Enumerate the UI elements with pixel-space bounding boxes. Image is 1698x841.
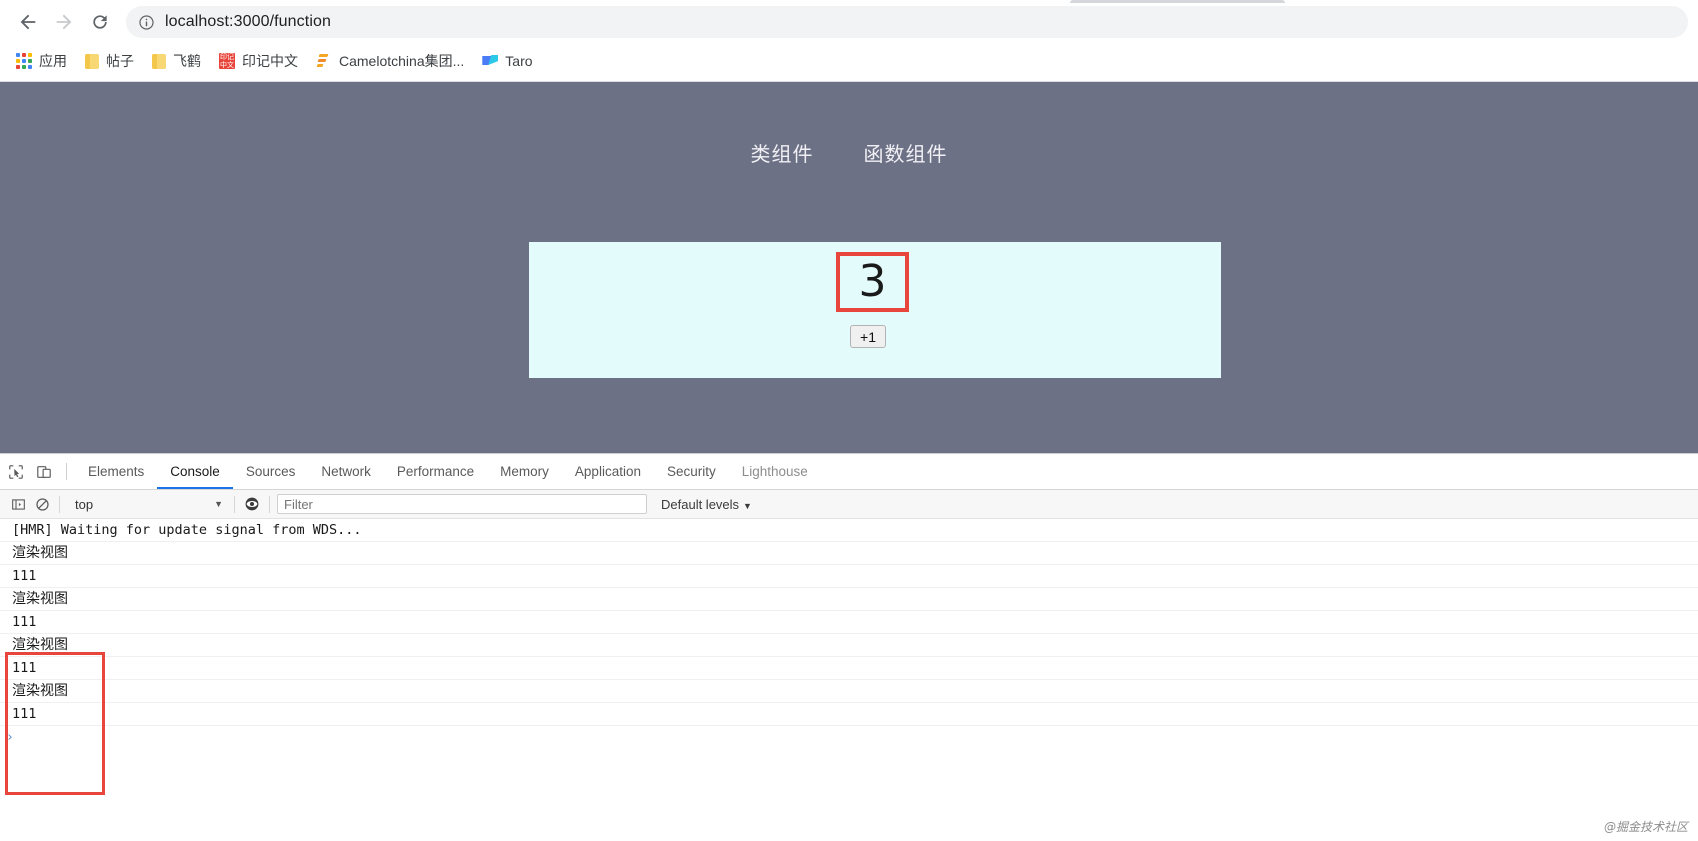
filterbar-divider <box>59 495 60 513</box>
console-log-row: 渲染视图 <box>0 588 1698 611</box>
folder-icon <box>85 53 99 69</box>
bookmark-label: 飞鹤 <box>173 53 201 69</box>
console-log-row: [HMR] Waiting for update signal from WDS… <box>0 519 1698 542</box>
bookmark-yinji[interactable]: 印记 中文 印记中文 <box>211 48 306 74</box>
tab-application[interactable]: Application <box>562 455 654 489</box>
console-log-row: 渲染视图 <box>0 542 1698 565</box>
console-output[interactable]: [HMR] Waiting for update signal from WDS… <box>0 519 1698 841</box>
bookmark-label: Taro <box>505 53 533 69</box>
console-log-row: 111 <box>0 657 1698 680</box>
address-bar[interactable]: localhost:3000/function <box>126 6 1688 38</box>
tab-performance[interactable]: Performance <box>384 455 487 489</box>
console-log-row: 渲染视图 <box>0 634 1698 657</box>
increment-button[interactable]: +1 <box>850 325 886 348</box>
folder-icon <box>152 53 166 69</box>
back-arrow-icon <box>20 14 36 30</box>
console-log-row: 渲染视图 <box>0 680 1698 703</box>
nav-link-class-component[interactable]: 类组件 <box>751 138 814 167</box>
bookmark-label: 印记中文 <box>242 53 298 69</box>
bookmark-apps[interactable]: 应用 <box>8 48 75 74</box>
bookmark-camelotchina[interactable]: Camelotchina集团... <box>308 48 472 74</box>
console-log-row: 111 <box>0 611 1698 634</box>
yinji-icon: 印记 中文 <box>219 53 235 69</box>
console-filter-input[interactable] <box>277 494 647 514</box>
bookmark-feihe[interactable]: 飞鹤 <box>144 48 209 74</box>
clear-console-icon <box>35 497 49 511</box>
console-filter-bar: top ▼ Default levels▼ <box>0 490 1698 519</box>
filterbar-divider <box>269 495 270 513</box>
nav-link-function-component[interactable]: 函数组件 <box>864 138 948 167</box>
console-sidebar-icon <box>11 498 25 510</box>
inspect-element-icon <box>9 464 23 479</box>
tab-network[interactable]: Network <box>308 455 384 489</box>
filterbar-divider <box>234 495 235 513</box>
tab-strip <box>0 0 1698 3</box>
bookmark-tiezi[interactable]: 帖子 <box>77 48 142 74</box>
watermark: @掘金技术社区 <box>1603 820 1688 834</box>
devtools-tabbar: Elements Console Sources Network Perform… <box>0 454 1698 490</box>
tab-security[interactable]: Security <box>654 455 729 489</box>
taro-icon <box>482 53 499 69</box>
chevron-down-icon: ▼ <box>214 499 223 509</box>
inspect-element-button[interactable] <box>2 458 30 486</box>
live-expression-button[interactable] <box>240 492 264 516</box>
site-nav: 类组件 函数组件 <box>0 82 1698 167</box>
console-prompt[interactable]: › <box>0 726 1698 750</box>
browser-chrome: localhost:3000/function 应用 帖子 飞鹤 印记 中文 印记… <box>0 0 1698 82</box>
console-log-row: 111 <box>0 703 1698 726</box>
bookmark-label: 应用 <box>39 53 67 69</box>
reload-button[interactable] <box>82 4 118 40</box>
camelot-icon <box>316 53 332 69</box>
back-button[interactable] <box>10 4 46 40</box>
bookmark-label: Camelotchina集团... <box>339 53 465 69</box>
chevron-down-icon: ▼ <box>743 500 752 511</box>
apps-grid-icon <box>16 53 32 69</box>
forward-button[interactable] <box>46 4 82 40</box>
tab-memory[interactable]: Memory <box>487 455 562 489</box>
console-log-row: 111 <box>0 565 1698 588</box>
prompt-chevron-icon: › <box>6 730 14 745</box>
console-sidebar-button[interactable] <box>6 492 30 516</box>
tab-elements[interactable]: Elements <box>75 455 157 489</box>
page-viewport: 类组件 函数组件 3 +1 <box>0 82 1698 453</box>
devtools-panel: Elements Console Sources Network Perform… <box>0 453 1698 841</box>
url-text: localhost:3000/function <box>165 13 331 30</box>
execution-context-value: top <box>75 496 94 512</box>
forward-arrow-icon <box>56 14 72 30</box>
toolbar-divider <box>66 463 67 480</box>
reload-icon <box>93 15 107 29</box>
tab-lighthouse[interactable]: Lighthouse <box>729 455 821 489</box>
bookmark-taro[interactable]: Taro <box>474 48 540 74</box>
bookmark-label: 帖子 <box>106 53 134 69</box>
browser-tab[interactable] <box>1070 0 1285 3</box>
bookmarks-bar: 应用 帖子 飞鹤 印记 中文 印记中文 Camelotchina集团... Tar… <box>0 44 1698 78</box>
device-toolbar-button[interactable] <box>30 458 58 486</box>
browser-toolbar: localhost:3000/function <box>0 0 1698 44</box>
clear-console-button[interactable] <box>30 492 54 516</box>
counter-panel: 3 +1 <box>529 242 1221 378</box>
live-expression-icon <box>245 497 259 511</box>
counter-highlight-box: 3 <box>836 252 909 312</box>
tab-console[interactable]: Console <box>157 455 233 489</box>
tab-sources[interactable]: Sources <box>233 455 309 489</box>
execution-context-select[interactable]: top ▼ <box>69 494 229 515</box>
info-circle-icon[interactable] <box>138 14 155 31</box>
log-levels-dropdown[interactable]: Default levels ▼ <box>661 497 752 512</box>
device-toolbar-icon <box>37 465 51 478</box>
counter-value: 3 <box>858 256 887 307</box>
log-levels-label: Default levels <box>661 496 740 512</box>
